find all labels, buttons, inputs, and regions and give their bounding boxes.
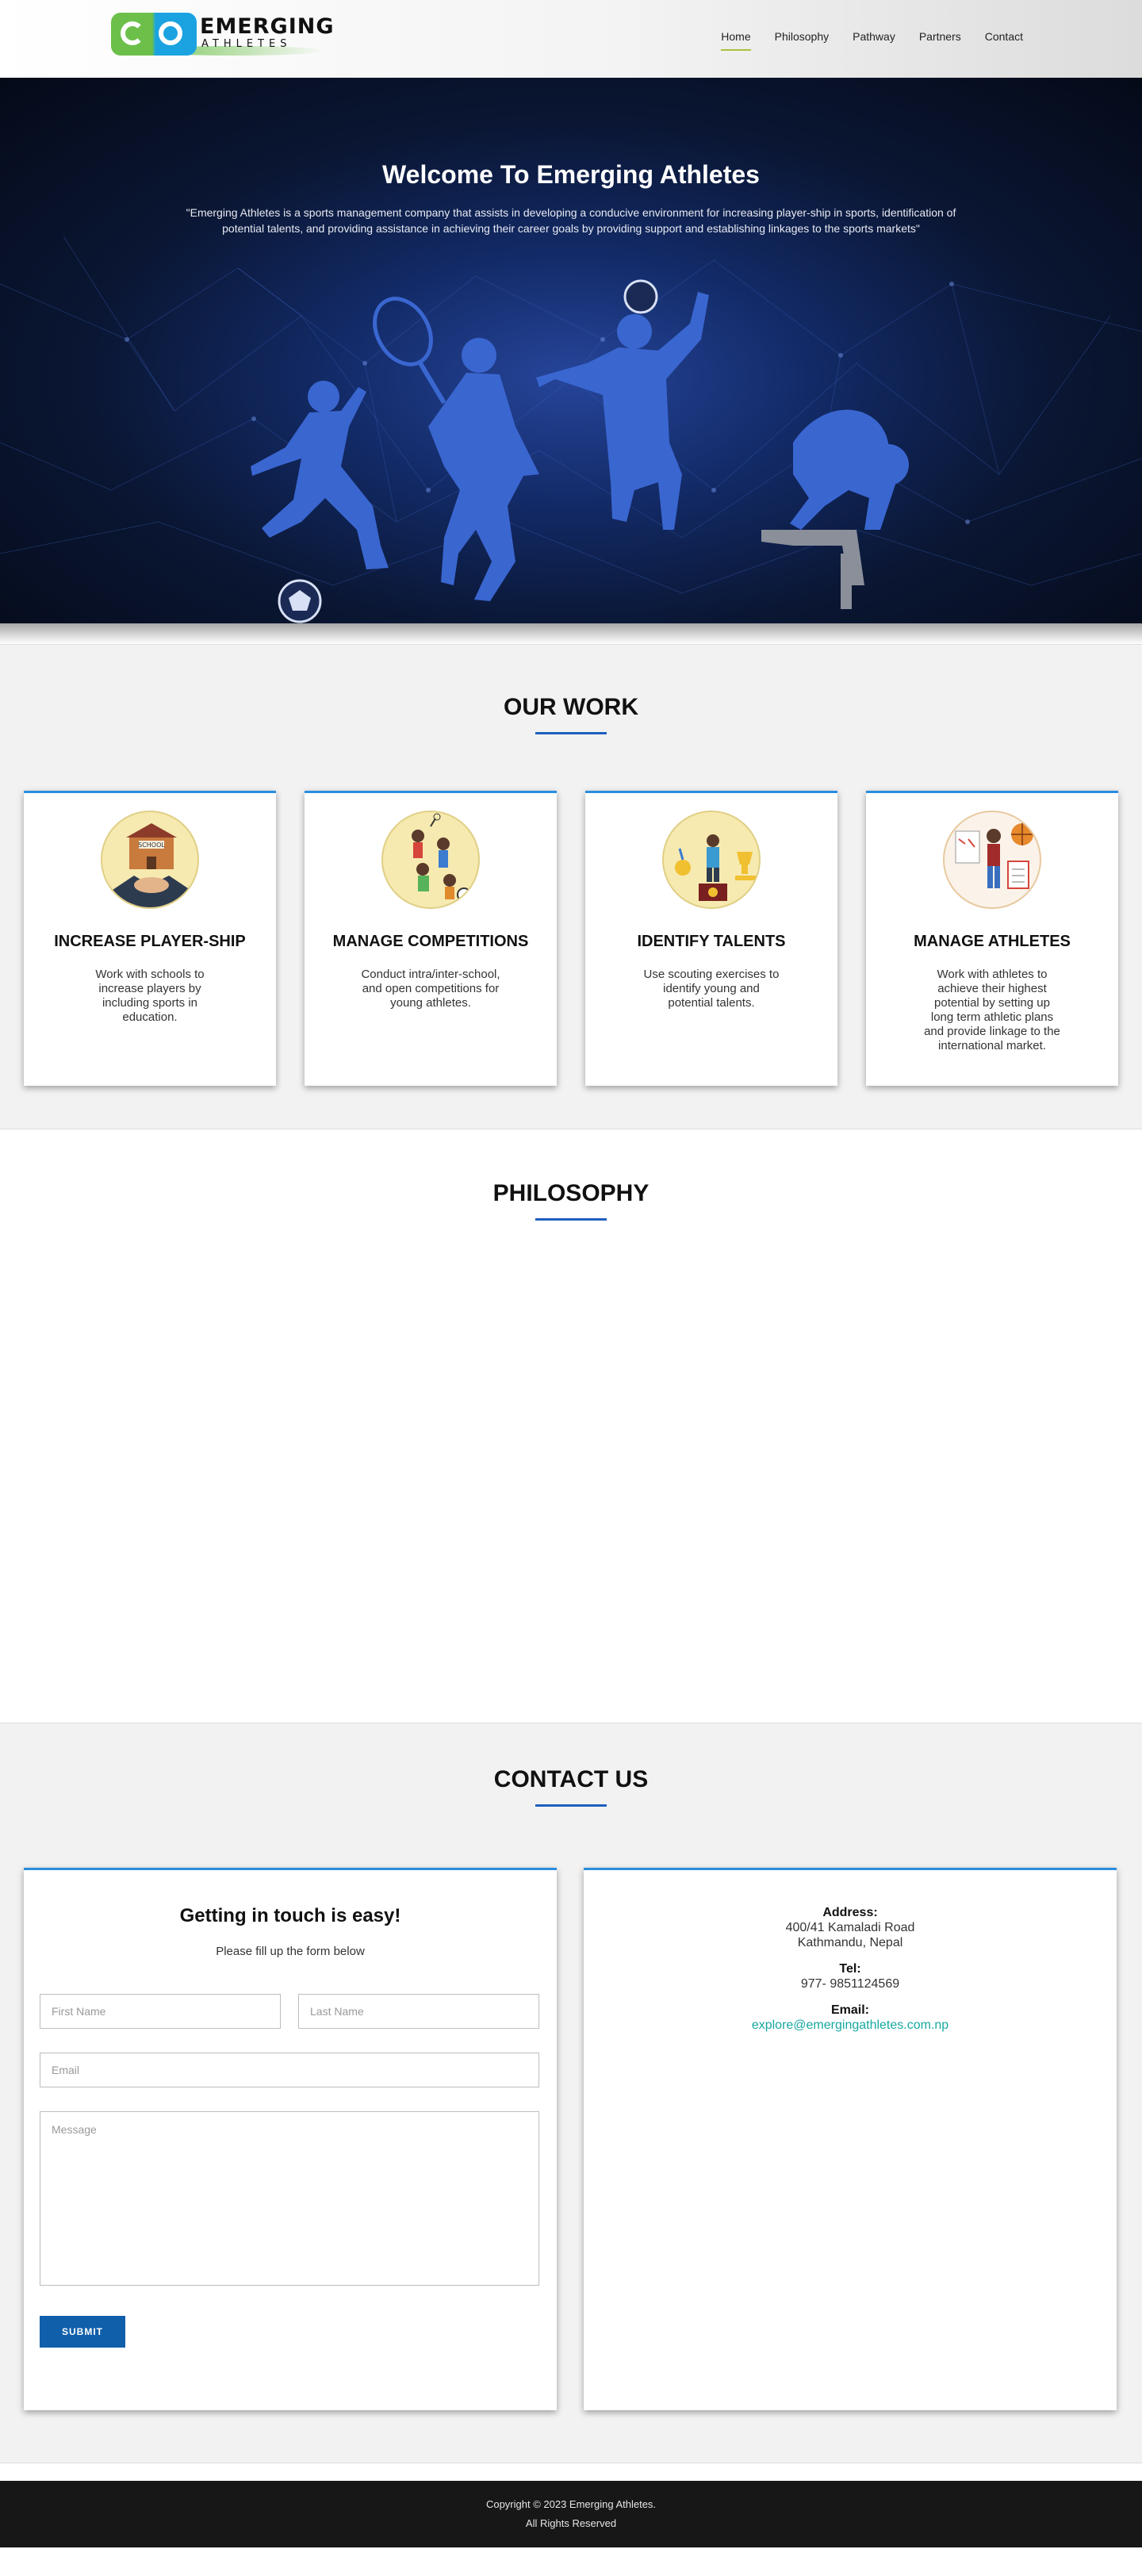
title-underline <box>535 732 607 734</box>
submit-button[interactable]: SUBMIT <box>40 2316 125 2348</box>
athletes-silhouette-illustration <box>251 279 909 623</box>
hero-description: "Emerging Athletes is a sports managemen… <box>186 206 956 235</box>
our-work-title: OUR WORK <box>504 694 638 720</box>
card-title: IDENTIFY TALENTS <box>637 933 786 950</box>
nav-link-partners[interactable]: Partners <box>919 30 961 51</box>
footer-gap <box>0 2463 1142 2481</box>
contact-form-panel: Getting in touch is easy! Please fill up… <box>24 1868 557 2410</box>
address-label: Address: <box>822 1906 878 1919</box>
work-card-talents: IDENTIFY TALENTS Use scouting exercises … <box>585 791 837 1086</box>
philosophy-section: PHILOSOPHY <box>0 1129 1142 1723</box>
contact-info: Address: 400/41 Kamaladi Road Kathmandu,… <box>584 1905 1117 2033</box>
card-text: Work with athletes to achieve their high… <box>924 968 1060 1052</box>
contact-info-panel: Address: 400/41 Kamaladi Road Kathmandu,… <box>584 1868 1117 2410</box>
first-name-input[interactable] <box>40 1994 281 2029</box>
form-subheading: Please fill up the form below <box>216 1945 365 1958</box>
hero-banner: Welcome To Emerging Athletes "Emerging A… <box>0 78 1142 623</box>
school-handshake-icon: SCHOOL <box>101 811 199 909</box>
email-link[interactable]: explore@emergingathletes.com.np <box>752 2018 948 2032</box>
address-line2: Kathmandu, Nepal <box>797 1936 903 1949</box>
competition-players-icon <box>381 811 480 909</box>
card-text: Use scouting exercises to identify young… <box>643 968 780 1010</box>
nav-link-philosophy[interactable]: Philosophy <box>775 30 830 51</box>
contact-section: CONTACT US Getting in touch is easy! Ple… <box>0 1723 1142 2463</box>
athlete-plan-icon <box>943 811 1041 909</box>
work-card-athletes: MANAGE ATHLETES Work with athletes to ac… <box>866 791 1118 1086</box>
svg-text:SCHOOL: SCHOOL <box>138 841 165 849</box>
address-line1: 400/41 Kamaladi Road <box>785 1921 915 1934</box>
last-name-input[interactable] <box>298 1994 539 2029</box>
card-title: MANAGE COMPETITIONS <box>332 933 529 950</box>
site-footer: Copyright © 2023 Emerging Athletes. All … <box>0 2481 1142 2547</box>
hero-shadow <box>0 623 1142 644</box>
card-text: Work with schools to increase players by… <box>95 968 205 1024</box>
title-underline <box>535 1804 607 1807</box>
form-heading: Getting in touch is easy! <box>179 1905 401 1926</box>
nav-link-home[interactable]: Home <box>721 30 751 51</box>
logo-badge-icon <box>111 13 197 56</box>
card-title: INCREASE PLAYER-SHIP <box>54 933 246 950</box>
logo-text-athletes: ATHLETES <box>201 38 292 50</box>
trophy-podium-icon <box>662 811 761 909</box>
brand-logo[interactable]: EMERGING ATHLETES <box>111 13 334 57</box>
our-work-section: OUR WORK SCHOOL INCREASE PLAYER-SHIP Wor… <box>0 644 1142 1129</box>
card-title: MANAGE ATHLETES <box>914 933 1071 950</box>
rights-text: All Rights Reserved <box>525 2517 617 2529</box>
work-cards: SCHOOL INCREASE PLAYER-SHIP Work with sc… <box>24 791 1118 1086</box>
tel-label: Tel: <box>839 1962 861 1976</box>
work-card-player-ship: SCHOOL INCREASE PLAYER-SHIP Work with sc… <box>24 791 276 1086</box>
top-navbar: EMERGING ATHLETES Home Philosophy Pathwa… <box>0 0 1142 78</box>
message-textarea[interactable] <box>40 2111 539 2286</box>
logo-text-emerging: EMERGING <box>200 14 335 39</box>
email-input[interactable] <box>40 2053 539 2087</box>
title-underline <box>535 1218 607 1221</box>
hero-title: Welcome To Emerging Athletes <box>382 160 760 189</box>
email-label: Email: <box>830 2003 869 2017</box>
nav-link-pathway[interactable]: Pathway <box>853 30 895 51</box>
copyright-text: Copyright © 2023 Emerging Athletes. <box>485 2498 657 2510</box>
contact-title: CONTACT US <box>493 1766 649 1792</box>
nav-link-contact[interactable]: Contact <box>985 30 1023 51</box>
tel-value: 977- 9851124569 <box>800 1977 900 1991</box>
main-menu: Home Philosophy Pathway Partners Contact <box>721 30 1023 51</box>
work-card-competitions: MANAGE COMPETITIONS Conduct intra/inter-… <box>305 791 557 1086</box>
philosophy-title: PHILOSOPHY <box>492 1180 650 1206</box>
card-text: Conduct intra/inter-school, and open com… <box>361 968 500 1010</box>
